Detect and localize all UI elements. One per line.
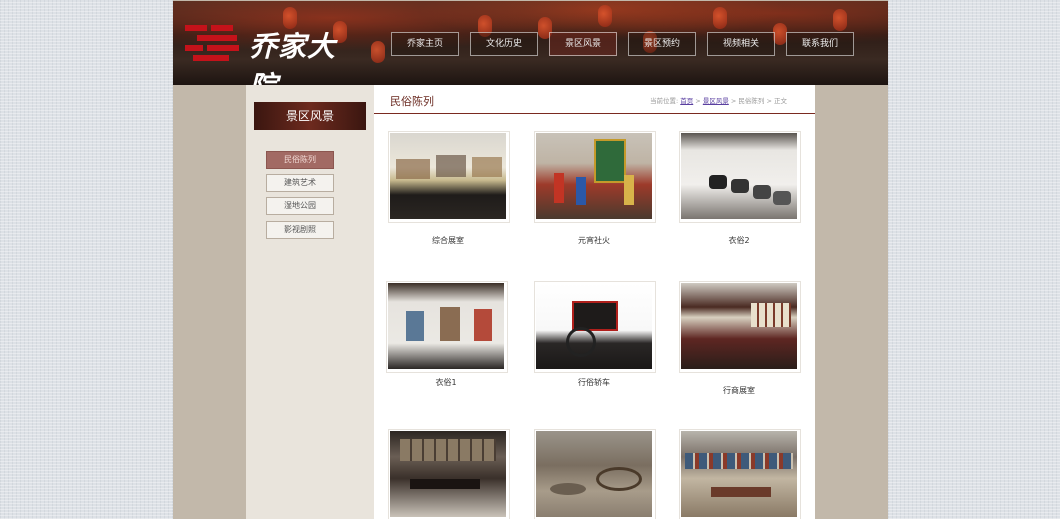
gallery-thumbnail[interactable] — [386, 281, 508, 373]
gallery-caption[interactable]: 元宵社火 — [534, 235, 654, 246]
lantern-decoration — [773, 23, 787, 45]
lantern-decoration — [713, 7, 727, 29]
breadcrumb-prefix: 当前位置: — [649, 97, 679, 105]
gallery-thumbnail[interactable] — [534, 429, 656, 519]
sidebar-title: 景区风景 — [254, 102, 366, 130]
gallery-thumbnail[interactable] — [534, 281, 656, 373]
gallery-caption[interactable]: 行商展室 — [679, 385, 799, 396]
sidebar-item-folk-display[interactable]: 民俗陈列 — [266, 151, 334, 169]
sidebar: 景区风景 民俗陈列 建筑艺术 湿地公园 影视剧照 — [246, 85, 374, 519]
site-header: 乔家大院 乔家主页 文化历史 景区风景 景区预约 视频相关 联系我们 — [173, 1, 888, 103]
sidebar-item-wetland-park[interactable]: 湿地公园 — [266, 197, 334, 215]
gallery-thumbnail[interactable] — [534, 131, 656, 223]
gallery-caption[interactable]: 衣俗1 — [386, 377, 506, 388]
breadcrumb-home-link[interactable]: 首页 — [680, 97, 693, 105]
nav-item-videos[interactable]: 视频相关 — [707, 32, 775, 56]
gallery-caption[interactable]: 综合展室 — [388, 235, 508, 246]
sidebar-item-architecture[interactable]: 建筑艺术 — [266, 174, 334, 192]
gallery-thumbnail[interactable] — [679, 429, 801, 519]
main-content: 民俗陈列 当前位置: 首页 > 景区风景 > 民俗陈列 > 正文 综合展室 元宵… — [374, 85, 815, 519]
nav-item-scenery[interactable]: 景区风景 — [549, 32, 617, 56]
sidebar-item-film-stills[interactable]: 影视剧照 — [266, 221, 334, 239]
gallery-thumbnail[interactable] — [679, 281, 801, 373]
page-frame: 乔家大院 乔家主页 文化历史 景区风景 景区预约 视频相关 联系我们 景区风景 … — [173, 0, 888, 519]
breadcrumb-section-link[interactable]: 景区风景 — [703, 97, 729, 105]
lantern-decoration — [598, 5, 612, 27]
breadcrumb-current: 正文 — [774, 97, 787, 105]
gallery-caption[interactable]: 衣俗2 — [679, 235, 799, 246]
brick-logo-icon — [185, 21, 241, 65]
site-logo[interactable]: 乔家大院 — [185, 21, 355, 103]
content-header: 民俗陈列 当前位置: 首页 > 景区风景 > 民俗陈列 > 正文 — [374, 85, 815, 114]
breadcrumb-category: 民俗陈列 — [738, 97, 765, 105]
gallery-thumbnail[interactable] — [388, 131, 510, 223]
gallery-thumbnail[interactable] — [388, 429, 510, 519]
lantern-decoration — [371, 41, 385, 63]
page-title: 民俗陈列 — [390, 95, 434, 108]
nav-item-booking[interactable]: 景区预约 — [628, 32, 696, 56]
breadcrumb-separator: > — [766, 97, 774, 105]
lantern-decoration — [833, 9, 847, 31]
nav-item-culture-history[interactable]: 文化历史 — [470, 32, 538, 56]
gallery-caption[interactable]: 行俗轿车 — [534, 377, 654, 388]
breadcrumb: 当前位置: 首页 > 景区风景 > 民俗陈列 > 正文 — [650, 95, 787, 105]
right-margin — [815, 85, 888, 519]
nav-item-contact[interactable]: 联系我们 — [786, 32, 854, 56]
nav-item-home[interactable]: 乔家主页 — [391, 32, 459, 56]
gallery-thumbnail[interactable] — [679, 131, 801, 223]
breadcrumb-separator: > — [695, 97, 703, 105]
